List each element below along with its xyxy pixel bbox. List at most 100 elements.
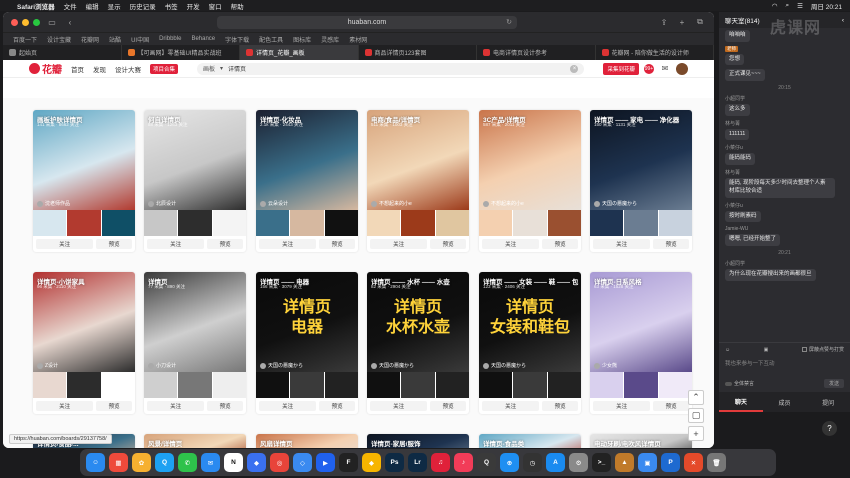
browser-tab[interactable]: 【可画网】零基础UI精品实战班 xyxy=(122,45,240,60)
board-owner[interactable]: 云朵设计 xyxy=(260,200,288,207)
tencent-meeting-icon[interactable]: ▶ xyxy=(316,453,335,472)
board-thumbnail[interactable] xyxy=(290,210,324,236)
search-icon[interactable]: ⌕ xyxy=(785,2,789,10)
board-owner[interactable]: 不想起来的小e xyxy=(483,200,524,207)
board-thumbnail[interactable] xyxy=(658,372,692,398)
board-cover[interactable]: 详情页 —— 电器 156 采集 · 3079 关注 详情页 电器 天国の悪魔から xyxy=(256,272,358,372)
preview-button[interactable]: 预览 xyxy=(653,239,689,249)
board-cover[interactable]: 电动牙刷/电吹风详情页 xyxy=(590,434,692,448)
board-owner[interactable]: 不想起来的小e xyxy=(371,200,412,207)
cursor-icon[interactable]: ▲ xyxy=(615,453,634,472)
board-card[interactable]: 详情页-日系风格 63 采集 · 1528 关注 少女熊 关注 预览 xyxy=(590,272,692,414)
board-thumbnail[interactable] xyxy=(101,372,135,398)
board-thumbnail[interactable] xyxy=(212,210,246,236)
board-thumbnail[interactable] xyxy=(435,372,469,398)
sidebar-icon[interactable]: ▭ xyxy=(46,17,58,27)
bookmark-item[interactable]: 图标库 xyxy=(293,35,311,44)
menu-edit[interactable]: 编辑 xyxy=(86,1,99,11)
nav-home[interactable]: 首页 xyxy=(71,64,84,74)
preview-button[interactable]: 预览 xyxy=(96,239,132,249)
board-thumbnail[interactable] xyxy=(367,372,401,398)
board-card[interactable]: 风景/详情页 xyxy=(144,434,246,448)
board-card[interactable]: 详情页-化妆品 2.1k 采集 · 2443 关注 云朵设计关注 预览 xyxy=(256,110,358,252)
bookmark-item[interactable]: 灵感库 xyxy=(321,35,339,44)
search-box[interactable]: 画板 ▾ × xyxy=(197,62,585,75)
block-tips-toggle[interactable]: 屏蔽点赞与打赏 xyxy=(801,346,844,353)
nav-badge[interactable]: 项目合集 xyxy=(150,63,179,74)
follow-button[interactable]: 关注 xyxy=(370,401,428,411)
browser-tab[interactable]: 电商详情页设计参考 xyxy=(477,45,596,60)
board-thumbnail[interactable] xyxy=(33,372,67,398)
tab-chat[interactable]: 聊天 xyxy=(719,392,763,412)
board-thumbnail[interactable] xyxy=(324,372,358,398)
preview-button[interactable]: 预览 xyxy=(319,239,355,249)
board-thumbnail[interactable] xyxy=(256,372,290,398)
netease-music-icon[interactable]: ♫ xyxy=(431,453,450,472)
back-icon[interactable]: ‹ xyxy=(64,17,76,27)
board-card[interactable]: 画板护肤详情页 141 采集 · 8662 关注 沈老师作品关注 预览 xyxy=(33,110,135,252)
follow-button[interactable]: 关注 xyxy=(370,239,428,249)
wifi-icon[interactable]: ◠ xyxy=(772,2,778,10)
search-scope[interactable]: 画板 xyxy=(203,64,215,73)
notion-icon[interactable]: N xyxy=(224,453,243,472)
board-thumbnail[interactable] xyxy=(401,210,435,236)
board-card[interactable]: 3C产品/详情页 587 采集 · 2011 关注 不想起来的小e 关注 预览 xyxy=(479,110,581,252)
browser-tab[interactable]: 起始页 xyxy=(3,45,122,60)
board-cover[interactable]: 详情页-化妆品 2.1k 采集 · 2443 关注 云朵设计 xyxy=(256,110,358,210)
board-cover[interactable]: 详情页-小饼家具 96 采集 · 2110 关注 Z设计 xyxy=(33,272,135,372)
browser-tab[interactable]: 商品详情页123套图 xyxy=(359,45,477,60)
board-cover[interactable]: 画板护肤详情页 141 采集 · 8662 关注 沈老师作品 xyxy=(33,110,135,210)
bookmark-item[interactable]: 配色工具 xyxy=(259,35,283,44)
qq-icon[interactable]: Q xyxy=(155,453,174,472)
clear-search-icon[interactable]: × xyxy=(570,64,579,73)
mute-all-toggle[interactable]: 全体禁言 xyxy=(725,380,754,387)
reload-icon[interactable]: ↻ xyxy=(506,18,512,26)
board-cover[interactable]: 详情页-家居/服饰 xyxy=(367,434,469,448)
add-icon[interactable]: + xyxy=(688,426,704,441)
bookmark-item[interactable]: Behance xyxy=(191,36,215,42)
clock-icon[interactable]: ◷ xyxy=(523,453,542,472)
board-thumbnail[interactable] xyxy=(590,210,624,236)
board-thumbnail[interactable] xyxy=(67,210,101,236)
search-input[interactable] xyxy=(228,65,529,72)
board-owner[interactable]: Z设计 xyxy=(37,362,58,369)
music-icon[interactable]: ♪ xyxy=(454,453,473,472)
board-card[interactable]: 详情页-家居/服饰 xyxy=(367,434,469,448)
board-owner[interactable]: 沈老师作品 xyxy=(37,200,70,207)
preview-button[interactable]: 预览 xyxy=(653,401,689,411)
follow-button[interactable]: 关注 xyxy=(259,401,317,411)
board-cover[interactable]: 电商/食品/详情页 511 采集 · 1003 关注 不想起来的小e xyxy=(367,110,469,210)
board-cover[interactable]: 详情页 77 采集 · 890 关注 小刀设计 xyxy=(144,272,246,372)
feishu-icon[interactable]: ◆ xyxy=(247,453,266,472)
close-window-button[interactable] xyxy=(11,18,18,26)
follow-button[interactable]: 关注 xyxy=(259,239,317,249)
photoshop-icon[interactable]: Ps xyxy=(385,453,404,472)
browser-tab[interactable]: 花瓣网 - 陪你做生活的设计师 xyxy=(596,45,714,60)
board-thumbnail[interactable] xyxy=(658,210,692,236)
menu-develop[interactable]: 开发 xyxy=(187,1,200,11)
board-thumbnail[interactable] xyxy=(256,210,290,236)
tab-members[interactable]: 成员 xyxy=(763,392,807,412)
launchpad-icon[interactable]: ▦ xyxy=(109,453,128,472)
new-tab-icon[interactable]: + xyxy=(676,17,688,27)
preview-button[interactable]: 预览 xyxy=(207,239,243,249)
follow-button[interactable]: 关注 xyxy=(36,239,94,249)
board-cover[interactable]: 详情页 —— 女装 —— 鞋 —— 包 123 采集 · 2406 关注 详情页 女… xyxy=(479,272,581,372)
board-owner[interactable]: 天国の悪魔から xyxy=(260,362,303,369)
preview-button[interactable]: 预览 xyxy=(96,401,132,411)
image-icon[interactable]: ▣ xyxy=(764,347,769,353)
preview-button[interactable]: 预览 xyxy=(542,401,578,411)
board-thumbnail[interactable] xyxy=(590,372,624,398)
board-card[interactable]: 何自详情页 88 采集 · 1263 关注 北辰设计 关注 预览 xyxy=(144,110,246,252)
ppt-icon[interactable]: P xyxy=(661,453,680,472)
appstore-icon[interactable]: A xyxy=(546,453,565,472)
safari-icon[interactable]: ⊕ xyxy=(500,453,519,472)
follow-button[interactable]: 关注 xyxy=(36,401,94,411)
bookmark-item[interactable]: 站酷 xyxy=(109,35,121,44)
board-thumbnail[interactable] xyxy=(513,372,547,398)
preview-button[interactable]: 预览 xyxy=(430,239,466,249)
nav-contest[interactable]: 设计大赛 xyxy=(115,64,141,74)
send-button[interactable]: 发送 xyxy=(823,379,844,388)
xmind-icon[interactable]: ✕ xyxy=(684,453,703,472)
figma-icon[interactable]: F xyxy=(339,453,358,472)
